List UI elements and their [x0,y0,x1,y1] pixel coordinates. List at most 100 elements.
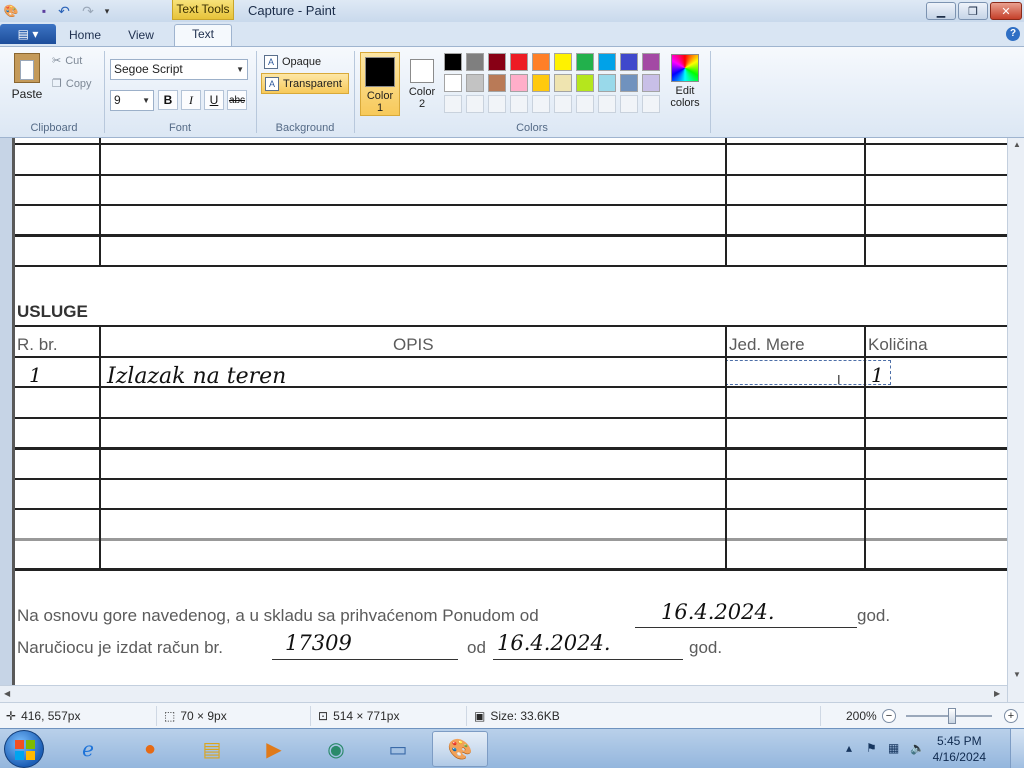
underline-button[interactable]: U [204,90,224,110]
statement-od: od [467,638,486,657]
action-center-flag-icon[interactable]: ⚑ [866,741,877,755]
custom-color-slot[interactable] [642,95,660,113]
paste-button[interactable]: Paste [6,51,48,107]
system-clock[interactable]: 5:45 PM 4/16/2024 [933,733,986,765]
palette-swatch[interactable] [620,53,638,71]
chat-app-icon[interactable]: ◉ [308,731,364,767]
selection-size: ⬚ 70 × 9px [164,709,227,723]
zoom-out-button[interactable]: − [882,709,896,723]
palette-swatch[interactable] [488,74,506,92]
copy-button[interactable]: ❐ Copy [52,77,92,91]
help-icon[interactable]: ? [1006,27,1020,41]
paint-taskbar-icon[interactable]: 🎨 [432,731,488,767]
photo-viewer-icon[interactable]: ▭ [370,731,426,767]
strikethrough-button[interactable]: abc [227,90,247,110]
internet-explorer-icon[interactable]: ℯ [60,731,116,767]
custom-color-slot[interactable] [620,95,638,113]
tab-text[interactable]: Text [174,24,232,46]
copy-label: Copy [65,77,92,90]
color2-label: Color [408,86,436,98]
start-button[interactable] [4,730,44,768]
tab-view[interactable]: View [118,26,164,46]
title-bar: 🎨 ▪ ↶ ↷ ▾ Text Tools Capture - Paint ▁ ❐… [0,0,1024,22]
font-size-select[interactable]: 9 ▼ [110,90,154,111]
color1-button[interactable]: Color 1 [360,52,400,116]
font-family-value: Segoe Script [114,62,183,76]
media-player-icon[interactable]: ▶ [246,731,302,767]
transparent-option[interactable]: A Transparent [261,73,349,94]
save-icon[interactable]: ▪ [36,3,52,19]
undo-icon[interactable]: ↶ [56,3,72,19]
text-cursor-icon: I [837,372,841,387]
palette-swatch[interactable] [642,53,660,71]
table-vline [725,325,727,570]
palette-swatch[interactable] [554,53,572,71]
italic-button[interactable]: I [181,90,201,110]
color1-swatch [365,57,395,87]
ribbon-separator [256,51,257,133]
cut-button[interactable]: ✂ Cut [52,54,82,68]
palette-swatch[interactable] [554,74,572,92]
file-explorer-icon[interactable]: ▤ [184,731,240,767]
zoom-slider-thumb[interactable] [947,708,956,724]
palette-swatch[interactable] [576,53,594,71]
palette-swatch[interactable] [466,74,484,92]
custom-color-slot[interactable] [554,95,572,113]
palette-swatch[interactable] [642,74,660,92]
color2-button[interactable]: Color 2 [403,52,441,116]
palette-swatch[interactable] [444,53,462,71]
scroll-down-icon[interactable]: ▼ [1013,670,1021,679]
redo-icon[interactable]: ↷ [80,3,96,19]
custom-color-slot[interactable] [598,95,616,113]
status-bar: ✛ 416, 557px ⬚ 70 × 9px ⊡ 514 × 771px ▣ Size… [0,702,1024,728]
table-line [15,234,1007,237]
custom-color-slot[interactable] [510,95,528,113]
custom-color-slot[interactable] [532,95,550,113]
zoom-in-button[interactable]: + [1004,709,1018,723]
scroll-left-icon[interactable]: ◀ [4,689,10,698]
file-menu-button[interactable]: ▤ ▾ [0,24,56,44]
show-desktop-button[interactable] [1010,729,1024,768]
palette-swatch[interactable] [576,74,594,92]
text-selection-box[interactable] [725,360,891,385]
font-size-value: 9 [114,93,121,107]
ribbon-tabs: ▤ ▾ Home View Text ? [0,22,1024,46]
custom-color-slot[interactable] [488,95,506,113]
palette-swatch[interactable] [488,53,506,71]
custom-color-slot[interactable] [466,95,484,113]
custom-color-slot[interactable] [444,95,462,113]
palette-swatch[interactable] [598,53,616,71]
table-vline [864,325,866,570]
volume-muted-icon[interactable]: 🔈 [910,741,925,755]
header-opis: OPIS [393,335,434,354]
vertical-scrollbar[interactable]: ▲ ▼ [1007,138,1024,702]
font-family-select[interactable]: Segoe Script ▼ [110,59,248,80]
cursor-position: ✛ 416, 557px [6,709,80,723]
scroll-right-icon[interactable]: ▶ [994,689,1000,698]
minimize-button[interactable]: ▁ [926,2,956,20]
scroll-up-icon[interactable]: ▲ [1013,140,1021,149]
custom-color-slot[interactable] [576,95,594,113]
palette-swatch[interactable] [510,53,528,71]
palette-swatch[interactable] [510,74,528,92]
palette-swatch[interactable] [598,74,616,92]
paint-app-icon[interactable]: 🎨 [3,3,19,19]
tray-expand-icon[interactable]: ▴ [846,741,852,755]
table-line [15,568,1007,571]
opaque-option[interactable]: A Opaque [261,51,349,72]
palette-swatch[interactable] [532,74,550,92]
network-icon[interactable]: ▦ [888,741,899,755]
close-button[interactable]: ✕ [990,2,1022,20]
palette-swatch[interactable] [620,74,638,92]
paint-canvas[interactable]: USLUGE R. br. OPIS Jed. Mere Količina 1 … [12,138,1007,685]
bold-button[interactable]: B [158,90,178,110]
palette-swatch[interactable] [444,74,462,92]
tab-home[interactable]: Home [62,26,108,46]
maximize-button[interactable]: ❐ [958,2,988,20]
firefox-icon[interactable]: ● [122,731,178,767]
palette-swatch[interactable] [532,53,550,71]
palette-swatch[interactable] [466,53,484,71]
edit-colors-button[interactable]: Edit colors [667,52,703,109]
customize-qa-icon[interactable]: ▾ [99,3,115,19]
horizontal-scrollbar[interactable]: ◀ ▶ [0,685,1007,702]
